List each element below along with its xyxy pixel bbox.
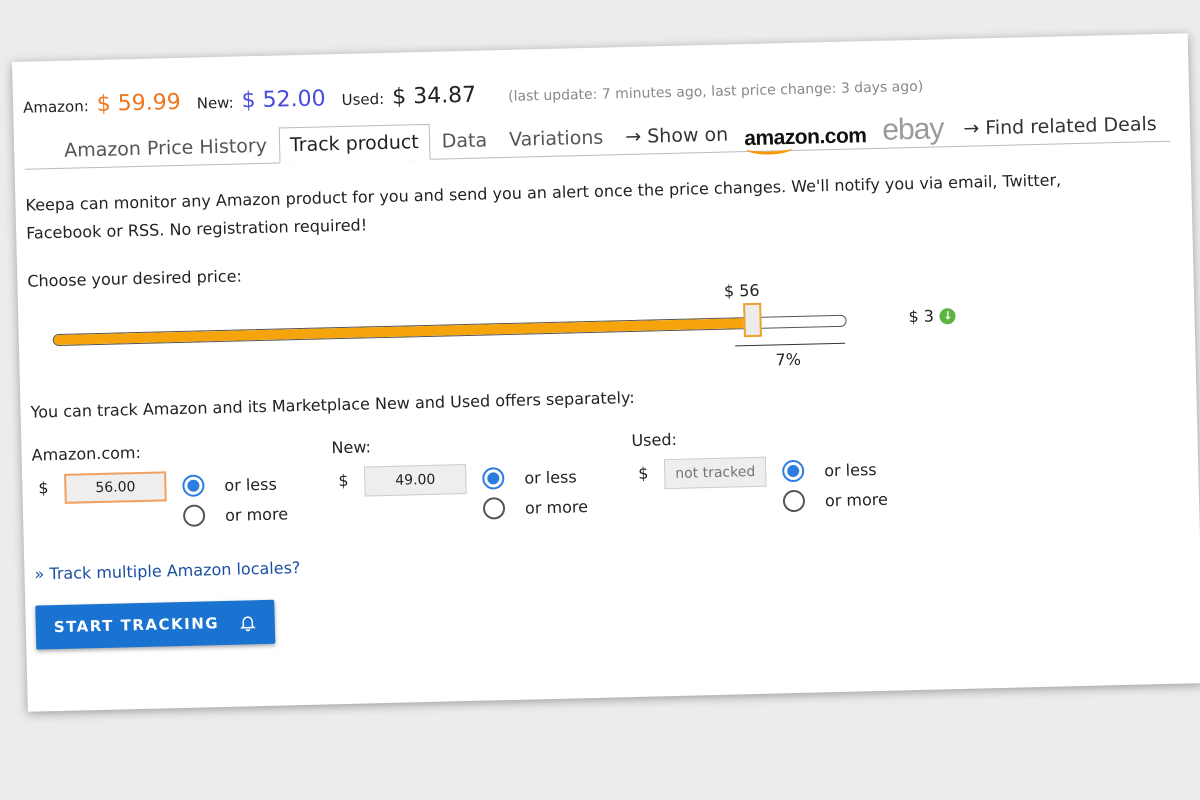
tab-amazon-price-history[interactable]: Amazon Price History bbox=[54, 129, 278, 168]
currency-symbol: $ bbox=[638, 463, 649, 483]
arrow-down-circle-icon: ↓ bbox=[939, 307, 957, 324]
currency-symbol: $ bbox=[38, 478, 49, 498]
price-slider: $ 56 $ 3 ↓ 7% bbox=[28, 271, 1176, 389]
currency-symbol: $ bbox=[338, 470, 349, 491]
slider-value-label: $ 56 bbox=[723, 280, 760, 301]
new-condition-radios: or less or more bbox=[482, 461, 588, 524]
bell-icon bbox=[240, 616, 256, 632]
amazon-or-more-option[interactable]: or more bbox=[182, 498, 289, 531]
used-or-more-option[interactable]: or more bbox=[782, 484, 889, 517]
ebay-logo-link[interactable]: ebay bbox=[872, 112, 954, 148]
tracking-description: Keepa can monitor any Amazon product for… bbox=[25, 170, 1062, 243]
market-title-new: New: bbox=[331, 437, 372, 458]
or-less-label: or less bbox=[524, 466, 577, 488]
or-more-label: or more bbox=[824, 489, 889, 510]
slider-min-label: $ 3 bbox=[908, 306, 935, 327]
market-title-used: Used: bbox=[631, 429, 678, 450]
amazon-price-label: Amazon: bbox=[22, 97, 90, 117]
amazon-logo-link[interactable]: amazon.com bbox=[738, 124, 873, 156]
market-amazon: Amazon.com: $ or less or more bbox=[31, 438, 333, 534]
amazon-or-less-option[interactable]: or less bbox=[182, 468, 288, 501]
last-update-text: (last update: 7 minutes ago, last price … bbox=[508, 78, 924, 105]
show-on-label: → Show on bbox=[624, 123, 729, 149]
track-product-panel: Amazon: $ 59.99 New: $ 52.00 Used: $ 34.… bbox=[12, 33, 1200, 712]
tab-variations[interactable]: Variations bbox=[499, 120, 614, 157]
amazon-smile-icon bbox=[746, 141, 793, 156]
market-new: New: $ or less or more bbox=[331, 431, 633, 527]
used-price-value: $ 34.87 bbox=[391, 82, 477, 110]
percent-bracket bbox=[735, 342, 846, 347]
radio-or-less-new[interactable] bbox=[482, 467, 505, 490]
market-title-amazon: Amazon.com: bbox=[31, 442, 142, 465]
market-row-new: $ or less or more bbox=[332, 460, 633, 527]
slider-track[interactable] bbox=[52, 314, 847, 347]
find-related-deals-link[interactable]: → Find related Deals bbox=[953, 107, 1167, 146]
track-multiple-locales-link[interactable]: » Track multiple Amazon locales? bbox=[34, 558, 300, 583]
panel-content: Amazon: $ 59.99 New: $ 52.00 Used: $ 34.… bbox=[23, 66, 1182, 650]
tab-track-product[interactable]: Track product bbox=[278, 123, 431, 164]
slider-fill bbox=[53, 317, 754, 346]
percent-label: 7% bbox=[775, 349, 802, 370]
used-price-label: Used: bbox=[341, 89, 385, 109]
new-price-label: New: bbox=[196, 93, 234, 113]
slider-thumb[interactable] bbox=[743, 302, 763, 338]
radio-or-more-amazon[interactable] bbox=[182, 504, 206, 527]
or-more-label: or more bbox=[524, 496, 589, 518]
start-tracking-label: START TRACKING bbox=[53, 614, 220, 637]
used-condition-radios: or less or more bbox=[781, 454, 889, 517]
or-more-label: or more bbox=[224, 503, 289, 525]
radio-or-less-used[interactable] bbox=[781, 459, 805, 483]
slider-min-price: $ 3 ↓ bbox=[908, 306, 957, 327]
track-content: Keepa can monitor any Amazon product for… bbox=[25, 164, 1182, 650]
used-or-less-option[interactable]: or less bbox=[781, 454, 888, 487]
radio-or-less-amazon[interactable] bbox=[182, 474, 205, 497]
market-row-amazon: $ or less or more bbox=[32, 467, 333, 534]
or-less-label: or less bbox=[823, 459, 877, 480]
market-row-used: $ or less or more bbox=[632, 453, 933, 520]
new-or-less-option[interactable]: or less bbox=[482, 461, 588, 494]
new-or-more-option[interactable]: or more bbox=[482, 491, 589, 524]
radio-or-more-used[interactable] bbox=[782, 489, 806, 513]
or-less-label: or less bbox=[224, 474, 278, 495]
radio-or-more-new[interactable] bbox=[482, 497, 506, 520]
market-used: Used: $ or less or more bbox=[631, 424, 933, 520]
new-price-value: $ 52.00 bbox=[241, 86, 326, 114]
amazon-price-input[interactable] bbox=[64, 471, 167, 504]
amazon-price-value: $ 59.99 bbox=[96, 89, 182, 117]
amazon-condition-radios: or less or more bbox=[182, 468, 288, 531]
start-tracking-button[interactable]: START TRACKING bbox=[35, 599, 276, 650]
tab-data[interactable]: Data bbox=[431, 123, 497, 159]
used-price-input[interactable] bbox=[663, 456, 767, 490]
new-price-input[interactable] bbox=[363, 464, 467, 497]
